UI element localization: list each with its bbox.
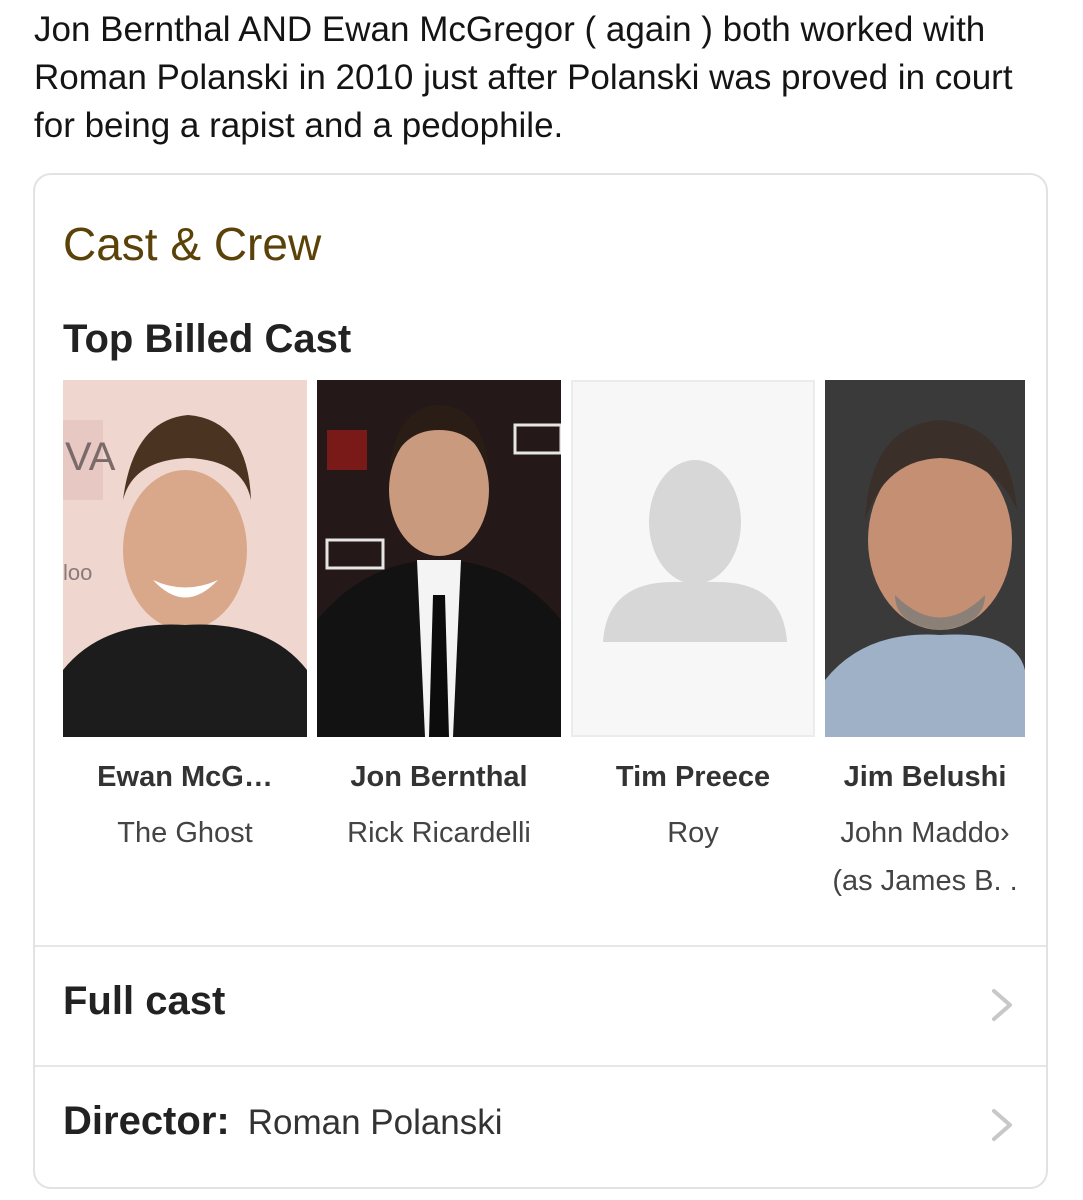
director-name: Roman Polanski [247, 1103, 503, 1142]
cast-name: Jon Bernthal [350, 761, 528, 793]
cast-crew-card: Cast & Crew Top Billed Cast VA loo Ewan … [33, 173, 1048, 1189]
portrait-bearded-man-photo [825, 380, 1025, 737]
placeholder-person-icon [573, 382, 813, 735]
cast-member-tim[interactable]: Tim Preece Roy [571, 380, 815, 859]
cast-role: John Maddo› [840, 817, 1010, 849]
cast-photo[interactable] [825, 380, 1025, 737]
portrait-man-in-suit-photo [317, 380, 561, 737]
cast-name: Jim Belushi [843, 761, 1007, 793]
card-title: Cast & Crew [63, 218, 322, 270]
cast-role: Roy [667, 817, 719, 849]
cast-role: The Ghost [117, 817, 253, 849]
cast-role: Rick Ricardelli [347, 817, 531, 849]
chevron-right-icon [992, 989, 1012, 1021]
full-cast-label: Full cast [63, 979, 226, 1023]
cast-photo[interactable] [571, 380, 815, 737]
portrait-smiling-man-photo: VA loo [63, 380, 307, 737]
cast-member-ewan[interactable]: VA loo Ewan McG… The Ghost [63, 380, 307, 859]
full-cast-row[interactable]: Full cast [35, 947, 1046, 1065]
cast-member-jim[interactable]: Jim Belushi John Maddo› (as James B. . [825, 380, 1025, 904]
cast-photo[interactable]: VA loo [63, 380, 307, 737]
chevron-right-icon [992, 1109, 1012, 1141]
cast-list: VA loo Ewan McG… The Ghost Jon Bernthal … [63, 380, 1025, 900]
cast-role-alias: (as James B. . [832, 865, 1018, 897]
section-title: Top Billed Cast [63, 317, 352, 361]
svg-text:VA: VA [65, 435, 116, 479]
cast-member-jon[interactable]: Jon Bernthal Rick Ricardelli [317, 380, 561, 859]
director-label: Director: [63, 1099, 230, 1143]
tweet-text: Jon Bernthal AND Ewan McGregor ( again )… [34, 10, 1013, 145]
director-row-content: Director: Roman Polanski [63, 1099, 503, 1144]
cast-name: Ewan McG… [97, 761, 273, 793]
svg-text:loo: loo [63, 560, 92, 585]
cast-name: Tim Preece [615, 761, 771, 793]
cast-photo[interactable] [317, 380, 561, 737]
director-row[interactable]: Director: Roman Polanski [35, 1067, 1046, 1185]
